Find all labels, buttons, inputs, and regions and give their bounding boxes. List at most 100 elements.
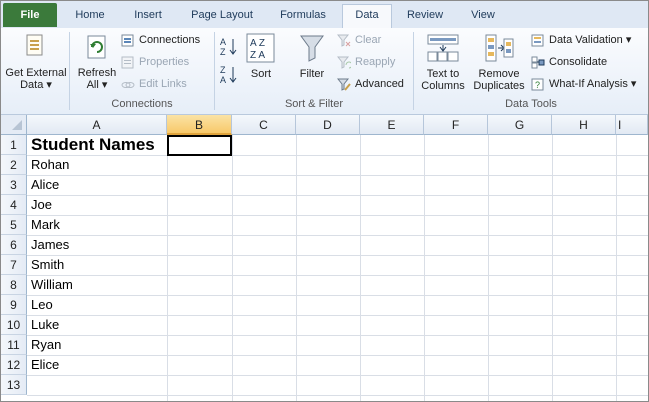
gridline [27, 295, 648, 296]
refresh-label-1: Refresh [77, 67, 117, 79]
column-header-d[interactable]: D [296, 115, 360, 135]
row-header[interactable]: 5 [1, 215, 27, 235]
properties-icon [121, 56, 134, 69]
row-header[interactable]: 4 [1, 195, 27, 215]
what-if-label: What-If Analysis ▾ [549, 78, 637, 90]
clear-button[interactable]: Clear [337, 32, 381, 48]
row-header[interactable]: 13 [1, 375, 27, 395]
edit-links-button[interactable]: Edit Links [121, 76, 187, 92]
cell-a8[interactable]: William [28, 275, 73, 295]
reapply-button[interactable]: Reapply [337, 54, 395, 70]
get-external-data-label-2: Data ▾ [20, 79, 52, 91]
remove-duplicates-label-2: Duplicates [473, 80, 525, 92]
cell-a3[interactable]: Alice [28, 175, 59, 195]
tab-formulas[interactable]: Formulas [271, 5, 335, 27]
cell-a12[interactable]: Elice [28, 355, 59, 375]
svg-text:?: ? [535, 80, 540, 90]
advanced-label: Advanced [355, 78, 404, 90]
column-header-h[interactable]: H [552, 115, 616, 135]
select-all-corner[interactable] [1, 115, 27, 135]
data-tools-group-label: Data Tools [505, 98, 557, 110]
cell-a7[interactable]: Smith [28, 255, 64, 275]
data-validation-label: Data Validation ▾ [549, 34, 632, 46]
what-if-analysis-button[interactable]: ? What-If Analysis ▾ [531, 76, 636, 92]
row-header[interactable]: 8 [1, 275, 27, 295]
data-validation-icon [531, 34, 544, 47]
sort-dialog-icon: A Z Z A [246, 33, 275, 63]
row-header[interactable]: 12 [1, 355, 27, 375]
gridline [27, 155, 648, 156]
get-external-data-label-1: Get External [5, 67, 67, 79]
remove-duplicates-label-1: Remove [478, 68, 520, 80]
gridline [27, 195, 648, 196]
get-external-data-button[interactable]: Get External Data ▾ [3, 30, 67, 94]
tab-review[interactable]: Review [398, 5, 452, 27]
sort-z-to-a-button[interactable]: Z A [219, 64, 239, 86]
gridline [27, 335, 648, 336]
consolidate-label: Consolidate [549, 56, 608, 68]
sort-az-bottom: Z [220, 47, 226, 57]
gridline [27, 375, 648, 376]
active-cell-b1[interactable] [167, 135, 232, 156]
gridline [27, 255, 648, 256]
svg-text:Z A: Z A [250, 50, 265, 61]
properties-button[interactable]: Properties [121, 54, 189, 70]
reapply-label: Reapply [355, 56, 396, 68]
column-header-b[interactable]: B [167, 115, 232, 135]
row-header[interactable]: 6 [1, 235, 27, 255]
row-header[interactable]: 9 [1, 295, 27, 315]
cell-a2[interactable]: Rohan [28, 155, 69, 175]
tab-page-layout[interactable]: Page Layout [181, 5, 263, 27]
gridline [27, 215, 648, 216]
ribbon-tab-bar: File Home Insert Page Layout Formulas Da… [1, 1, 648, 29]
cell-a1[interactable]: Student Names [28, 135, 155, 155]
connections-button[interactable]: Connections [121, 32, 200, 48]
column-header-a[interactable]: A [27, 115, 167, 135]
filter-button[interactable]: Filter [293, 30, 331, 94]
cell-a4[interactable]: Joe [28, 195, 52, 215]
row-header[interactable]: 1 [1, 135, 27, 155]
row-header[interactable]: 3 [1, 175, 27, 195]
gridline [27, 275, 648, 276]
data-validation-button[interactable]: Data Validation ▾ [531, 32, 631, 48]
consolidate-button[interactable]: Consolidate [531, 54, 607, 70]
sort-button[interactable]: A Z Z A Sort [243, 30, 279, 94]
sort-a-to-z-button[interactable]: A Z [219, 36, 239, 58]
worksheet-grid[interactable]: A B C D E F G H I 1 2 3 4 5 6 7 8 9 10 1… [1, 115, 648, 401]
refresh-all-button[interactable]: Refresh All ▾ [75, 30, 119, 94]
column-header-g[interactable]: G [488, 115, 552, 135]
advanced-filter-button[interactable]: Advanced [337, 76, 404, 92]
text-to-columns-button[interactable]: Text to Columns [417, 30, 469, 94]
reapply-filter-icon [337, 56, 351, 69]
tab-view[interactable]: View [459, 5, 507, 27]
tab-insert[interactable]: Insert [123, 5, 173, 27]
connections-label: Connections [139, 34, 201, 46]
text-to-columns-label-1: Text to [426, 68, 460, 80]
column-header-f[interactable]: F [424, 115, 488, 135]
clear-filter-icon [337, 34, 351, 47]
tab-data[interactable]: Data [342, 4, 392, 28]
svg-text:A Z: A Z [250, 38, 265, 49]
row-header[interactable]: 2 [1, 155, 27, 175]
cell-a11[interactable]: Ryan [28, 335, 61, 355]
cell-a13[interactable] [28, 375, 31, 395]
cell-a6[interactable]: James [28, 235, 69, 255]
advanced-filter-icon [337, 78, 351, 91]
column-header-i[interactable]: I [616, 115, 648, 135]
properties-label: Properties [139, 56, 190, 68]
column-header-c[interactable]: C [232, 115, 296, 135]
row-header[interactable]: 7 [1, 255, 27, 275]
chain-link-icon [121, 81, 135, 88]
cell-a10[interactable]: Luke [28, 315, 59, 335]
gridline [27, 355, 648, 356]
tab-home[interactable]: Home [65, 5, 115, 27]
row-header[interactable]: 11 [1, 335, 27, 355]
column-header-e[interactable]: E [360, 115, 424, 135]
cell-a9[interactable]: Leo [28, 295, 53, 315]
refresh-icon [87, 35, 106, 59]
tab-file[interactable]: File [3, 3, 57, 27]
row-header[interactable]: 10 [1, 315, 27, 335]
connections-group-label: Connections [111, 98, 173, 110]
remove-duplicates-button[interactable]: Remove Duplicates [469, 30, 529, 94]
cell-a5[interactable]: Mark [28, 215, 60, 235]
